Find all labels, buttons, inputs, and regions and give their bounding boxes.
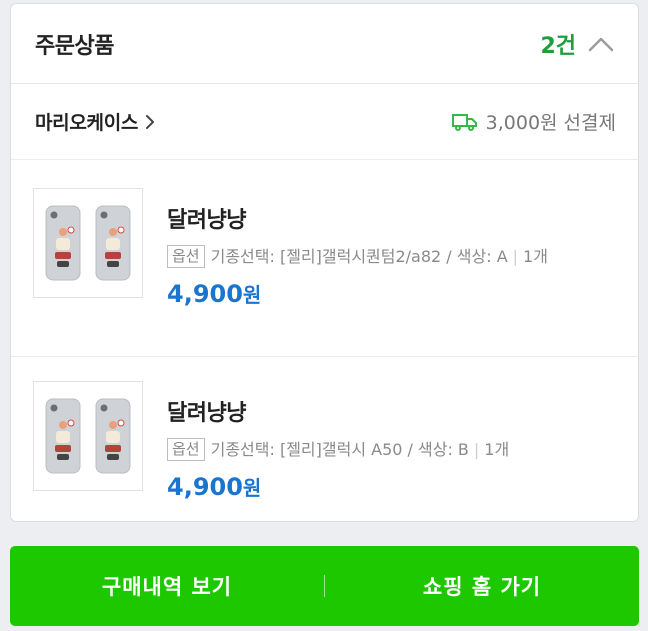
chevron-right-icon (146, 114, 155, 129)
bottom-action-bar: 구매내역 보기 쇼핑 홈 가기 (10, 546, 639, 626)
option-badge: 옵션 (167, 245, 205, 268)
item-name[interactable]: 달려냥냥 (167, 202, 607, 234)
item-option: 옵션 기종선택: [젤리]갤럭시퀀텀2/a82 / 색상: A | 1개 (167, 244, 607, 269)
seller-row: 마리오케이스 3,000원 선결제 (11, 84, 638, 160)
price-value: 4,900 (167, 280, 243, 308)
phone-case-image (45, 398, 131, 474)
product-thumbnail[interactable] (33, 188, 143, 298)
item-option: 옵션 기종선택: [젤리]갤럭시 A50 / 색상: B | 1개 (167, 437, 607, 462)
go-shopping-home-button[interactable]: 쇼핑 홈 가기 (325, 546, 639, 626)
option-text: 기종선택: [젤리]갤럭시퀀텀2/a82 / 색상: A (210, 247, 508, 266)
product-thumbnail[interactable] (33, 381, 143, 491)
item-quantity: 1개 (484, 440, 510, 459)
item-info: 달려냥냥 옵션 기종선택: [젤리]갤럭시 A50 / 색상: B | 1개 4,90… (167, 381, 607, 521)
phone-case-image (45, 205, 131, 281)
shipping-fee: 3,000원 선결제 (485, 112, 616, 134)
item-price: 4,900원 (167, 472, 607, 501)
order-items-title: 주문상품 (35, 33, 114, 59)
price-currency: 원 (242, 476, 262, 500)
option-divider: | (512, 247, 519, 266)
seller-name: 마리오케이스 (35, 112, 139, 134)
item-quantity: 1개 (523, 247, 548, 266)
option-badge: 옵션 (167, 438, 205, 461)
item-price: 4,900원 (167, 279, 607, 308)
chevron-up-icon[interactable] (588, 35, 614, 53)
seller-link[interactable]: 마리오케이스 (35, 108, 156, 135)
purchase-history-button[interactable]: 구매내역 보기 (10, 546, 324, 626)
order-count: 2건 (540, 33, 576, 59)
item-name[interactable]: 달려냥냥 (167, 395, 607, 427)
truck-icon (451, 113, 477, 131)
order-items-header[interactable]: 주문상품 2건 (11, 4, 638, 84)
order-items-card: 주문상품 2건 마리오케이스 3,000원 선결제 달려냥냥 옵션 기종선택: … (10, 3, 639, 522)
item-info: 달려냥냥 옵션 기종선택: [젤리]갤럭시퀀텀2/a82 / 색상: A | 1개 4… (167, 188, 607, 356)
option-text: 기종선택: [젤리]갤럭시 A50 / 색상: B (210, 440, 469, 459)
shipping-info: 3,000원 선결제 (451, 108, 616, 135)
price-currency: 원 (242, 283, 262, 307)
order-item[interactable]: 달려냥냥 옵션 기종선택: [젤리]갤럭시퀀텀2/a82 / 색상: A | 1개 4… (11, 160, 638, 356)
price-value: 4,900 (167, 473, 243, 501)
order-item[interactable]: 달려냥냥 옵션 기종선택: [젤리]갤럭시 A50 / 색상: B | 1개 4,90… (11, 356, 638, 521)
order-count-group[interactable]: 2건 (540, 28, 614, 60)
option-divider: | (473, 440, 480, 459)
